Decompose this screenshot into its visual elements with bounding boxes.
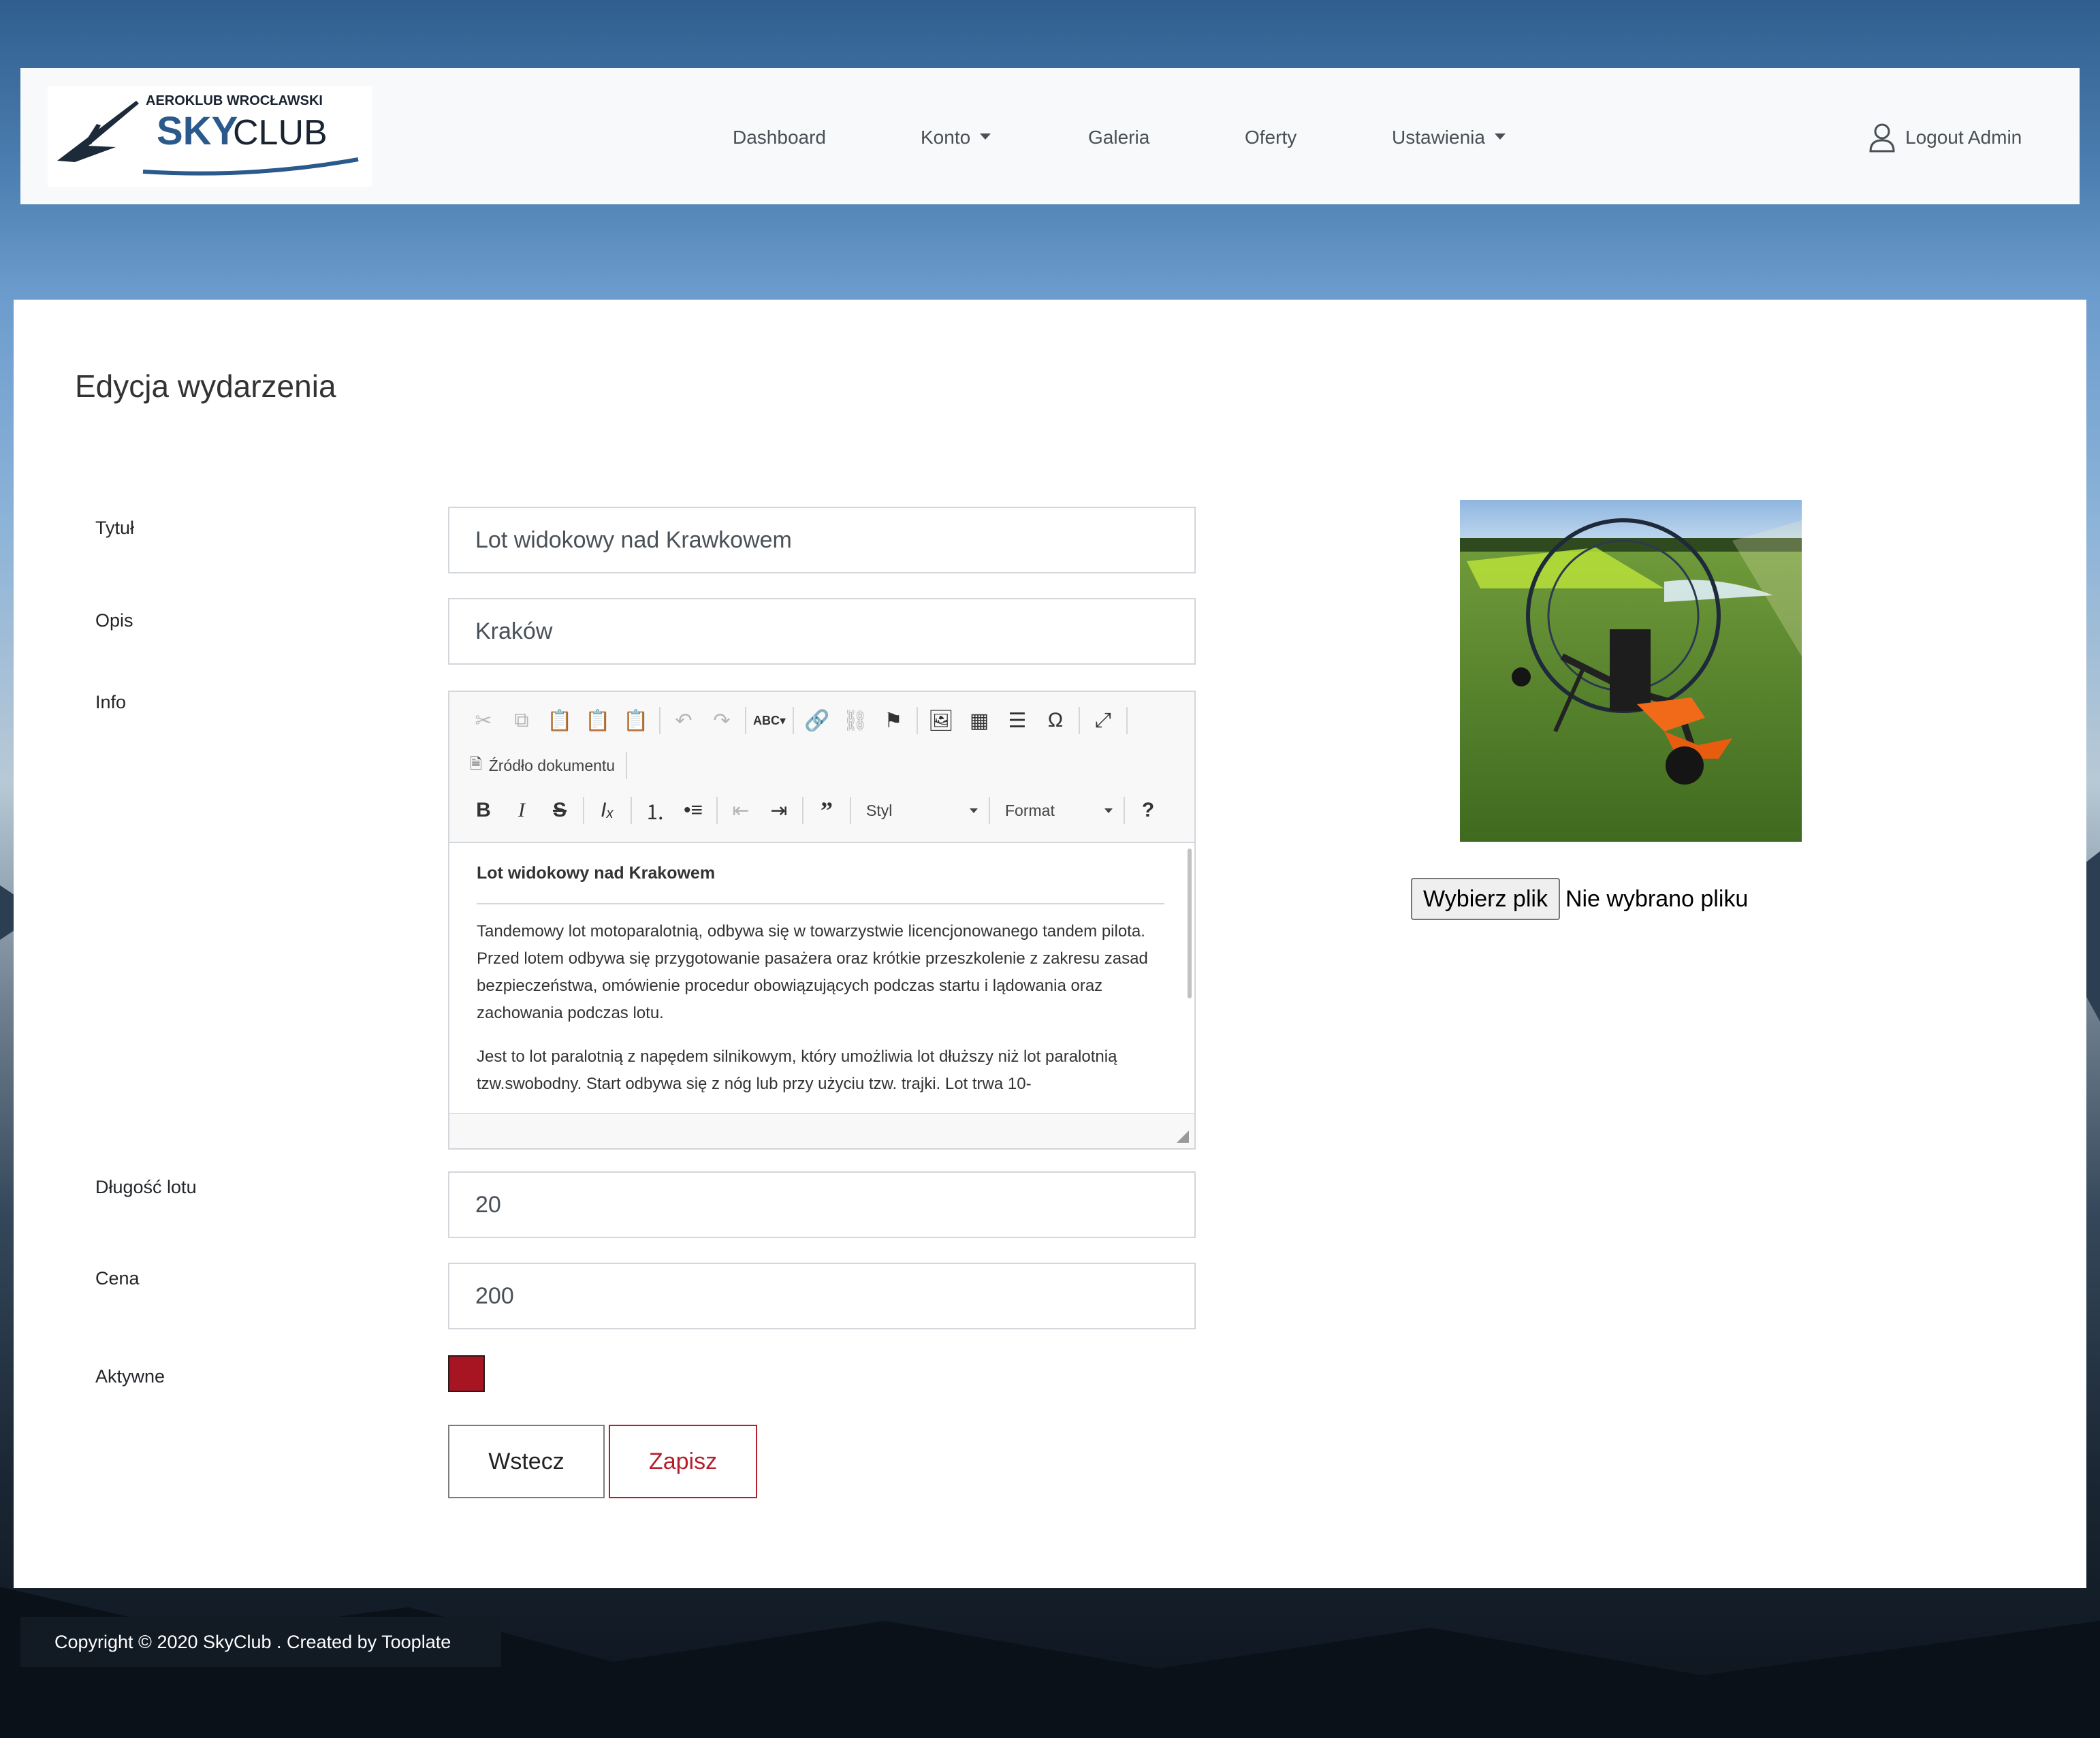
copy-icon[interactable]: ⧉ bbox=[503, 704, 541, 737]
cut-icon[interactable]: ✂ bbox=[464, 704, 503, 737]
opis-input[interactable]: Kraków bbox=[448, 598, 1196, 665]
paste-text-icon[interactable]: 📋 bbox=[579, 704, 617, 737]
logo-club-text: CLUB bbox=[233, 113, 328, 153]
horizontal-line-icon[interactable]: ☰ bbox=[998, 704, 1036, 737]
toolbar-separator bbox=[802, 797, 804, 824]
dlugosc-input[interactable]: 20 bbox=[448, 1171, 1196, 1238]
nav-oferty[interactable]: Oferty bbox=[1245, 125, 1296, 150]
nav-konto-dropdown[interactable]: Konto bbox=[921, 125, 991, 150]
source-document-icon: 🗎 bbox=[470, 755, 482, 772]
chevron-down-icon bbox=[970, 808, 978, 813]
redo-icon[interactable]: ↷ bbox=[703, 704, 741, 737]
toolbar-separator bbox=[583, 797, 584, 824]
toolbar-separator bbox=[716, 797, 718, 824]
special-char-icon[interactable]: Ω bbox=[1036, 704, 1075, 737]
toolbar-separator bbox=[793, 707, 794, 734]
editor-scrollbar[interactable] bbox=[1188, 849, 1192, 998]
source-label: Źródło dokumentu bbox=[488, 756, 616, 774]
page-title: Edycja wydarzenia bbox=[75, 368, 336, 404]
toolbar-separator bbox=[1124, 797, 1125, 824]
nav-konto-label: Konto bbox=[921, 127, 971, 148]
user-icon bbox=[1869, 123, 1895, 153]
format-dropdown-label: Format bbox=[1005, 801, 1055, 819]
footer-copyright: Copyright © 2020 SkyClub . Created by To… bbox=[20, 1617, 501, 1667]
tytul-label: Tytuł bbox=[95, 518, 135, 538]
link-icon[interactable]: 🔗 bbox=[798, 704, 836, 737]
paste-word-icon[interactable]: 📋 bbox=[617, 704, 655, 737]
source-button[interactable]: 🗎 Źródło dokumentu bbox=[464, 749, 622, 782]
editor-toolbar-row-3: B I S Iₓ ⒈ •≡ ⇤ ⇥ ” Styl Format ? bbox=[464, 794, 1167, 827]
tytul-input[interactable]: Lot widokowy nad Krawkowem bbox=[448, 507, 1196, 573]
format-dropdown[interactable]: Format bbox=[994, 794, 1119, 827]
chevron-down-icon bbox=[1494, 133, 1506, 140]
bulleted-list-icon[interactable]: •≡ bbox=[674, 794, 712, 827]
numbered-list-icon[interactable]: ⒈ bbox=[636, 794, 674, 827]
toolbar-separator bbox=[745, 707, 746, 734]
unlink-icon[interactable]: ⛓ bbox=[836, 704, 874, 737]
paste-icon[interactable]: 📋 bbox=[541, 704, 579, 737]
info-rich-text-editor: ✂ ⧉ 📋 📋 📋 ↶ ↷ ABC▾ 🔗 ⛓ ⚑ 🖼 ▦ ☰ Ω ⤢ 🗎 Źró… bbox=[448, 691, 1196, 1150]
toolbar-separator bbox=[631, 797, 632, 824]
file-upload: Wybierz plik Nie wybrano pliku bbox=[1411, 877, 1748, 921]
top-navbar: AEROKLUB WROCŁAWSKI SKY CLUB Dashboard K… bbox=[20, 68, 2080, 204]
nav-dashboard[interactable]: Dashboard bbox=[733, 125, 826, 150]
editor-paragraph: Tandemowy lot motoparalotnią, odbywa się… bbox=[477, 922, 1148, 1022]
help-icon[interactable]: ? bbox=[1129, 794, 1167, 827]
logo-sky-text: SKY bbox=[157, 109, 238, 153]
blockquote-icon[interactable]: ” bbox=[808, 794, 846, 827]
resize-grip-icon[interactable] bbox=[1177, 1131, 1189, 1143]
maximize-icon[interactable]: ⤢ bbox=[1084, 704, 1122, 737]
image-icon[interactable]: 🖼 bbox=[922, 704, 960, 737]
edit-event-card: Edycja wydarzenia Tytuł Lot widokowy nad… bbox=[14, 300, 2086, 1588]
anchor-flag-icon[interactable]: ⚑ bbox=[874, 704, 912, 737]
logout-label: Logout Admin bbox=[1905, 127, 2022, 148]
editor-heading: Lot widokowy nad Krakowem bbox=[477, 859, 1164, 904]
event-photo bbox=[1460, 500, 1802, 842]
strikethrough-icon[interactable]: S bbox=[541, 794, 579, 827]
logo-top-text: AEROKLUB WROCŁAWSKI bbox=[146, 93, 323, 108]
logout-link[interactable]: Logout Admin bbox=[1868, 121, 2022, 154]
back-button[interactable]: Wstecz bbox=[448, 1425, 605, 1498]
table-icon[interactable]: ▦ bbox=[960, 704, 998, 737]
skyclub-logo[interactable]: AEROKLUB WROCŁAWSKI SKY CLUB bbox=[48, 86, 372, 187]
cena-label: Cena bbox=[95, 1268, 140, 1289]
editor-paragraph: Jest to lot paralotnią z napędem silniko… bbox=[477, 1047, 1117, 1093]
glider-logo-icon: AEROKLUB WROCŁAWSKI SKY CLUB bbox=[57, 93, 359, 176]
opis-label: Opis bbox=[95, 610, 133, 631]
toolbar-separator bbox=[917, 707, 918, 734]
chevron-down-icon bbox=[1104, 808, 1113, 813]
aktywne-checkbox[interactable] bbox=[448, 1355, 485, 1392]
nav-ustawienia-dropdown[interactable]: Ustawienia bbox=[1392, 125, 1506, 150]
aktywne-label: Aktywne bbox=[95, 1366, 165, 1387]
remove-format-icon[interactable]: Iₓ bbox=[588, 794, 626, 827]
outdent-icon[interactable]: ⇤ bbox=[722, 794, 760, 827]
style-dropdown-label: Styl bbox=[866, 801, 893, 819]
nav-galeria[interactable]: Galeria bbox=[1088, 125, 1149, 150]
style-dropdown[interactable]: Styl bbox=[855, 794, 985, 827]
editor-content-area[interactable]: Lot widokowy nad Krakowem Tandemowy lot … bbox=[449, 842, 1194, 1114]
dlugosc-label: Długość lotu bbox=[95, 1177, 197, 1197]
spellcheck-icon[interactable]: ABC▾ bbox=[750, 704, 789, 737]
cena-input[interactable]: 200 bbox=[448, 1263, 1196, 1329]
toolbar-separator bbox=[989, 797, 990, 824]
choose-file-button[interactable]: Wybierz plik bbox=[1411, 878, 1560, 920]
editor-toolbar-row-2: 🗎 Źródło dokumentu bbox=[464, 749, 631, 782]
toolbar-separator bbox=[1126, 707, 1128, 734]
info-label: Info bbox=[95, 692, 127, 712]
file-status-text: Nie wybrano pliku bbox=[1565, 885, 1749, 912]
indent-icon[interactable]: ⇥ bbox=[760, 794, 798, 827]
italic-icon[interactable]: I bbox=[503, 794, 541, 827]
bold-icon[interactable]: B bbox=[464, 794, 503, 827]
chevron-down-icon bbox=[980, 133, 991, 140]
toolbar-separator bbox=[659, 707, 661, 734]
save-button[interactable]: Zapisz bbox=[609, 1425, 757, 1498]
toolbar-separator bbox=[850, 797, 851, 824]
undo-icon[interactable]: ↶ bbox=[665, 704, 703, 737]
nav-ustawienia-label: Ustawienia bbox=[1392, 127, 1485, 148]
toolbar-separator bbox=[1079, 707, 1080, 734]
editor-toolbar-row-1: ✂ ⧉ 📋 📋 📋 ↶ ↷ ABC▾ 🔗 ⛓ ⚑ 🖼 ▦ ☰ Ω ⤢ bbox=[464, 704, 1132, 737]
editor-footer bbox=[449, 1113, 1194, 1148]
toolbar-separator bbox=[626, 752, 628, 779]
